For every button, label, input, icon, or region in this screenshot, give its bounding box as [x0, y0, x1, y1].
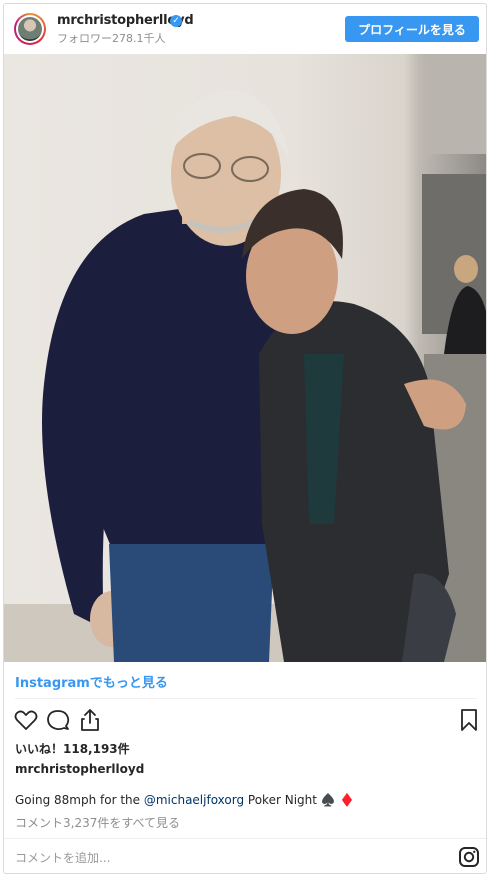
avatar[interactable]	[14, 13, 46, 45]
caption-text-end: Poker Night ♠️ ♦️	[244, 793, 355, 807]
instagram-icon[interactable]	[458, 846, 480, 868]
avatar-image	[18, 17, 42, 41]
add-comment-input[interactable]	[15, 849, 445, 867]
heart-icon[interactable]	[13, 707, 39, 733]
comment-icon[interactable]	[45, 707, 71, 733]
bookmark-icon[interactable]	[456, 707, 482, 733]
instagram-embed-card: mrchristopherlloyd ✓ フォロワー278.1千人 プロフィール…	[3, 3, 487, 874]
caption-username[interactable]: mrchristopherlloyd	[15, 762, 144, 776]
caption-text: Going 88mph for the	[15, 793, 144, 807]
action-bar	[4, 704, 486, 736]
verified-badge-icon: ✓	[170, 15, 182, 27]
caption: Going 88mph for the @michaeljfoxorg Poke…	[15, 793, 354, 807]
like-count[interactable]: いいね！118,193件	[15, 740, 130, 757]
divider	[4, 838, 486, 839]
view-profile-button[interactable]: プロフィールを見る	[345, 16, 479, 42]
post-photo[interactable]	[4, 54, 486, 662]
photo-illustration	[4, 54, 486, 662]
caption-mention-link[interactable]: @michaeljfoxorg	[144, 793, 244, 807]
view-all-comments-link[interactable]: コメント3,237件をすべて見る	[15, 814, 180, 831]
follower-count: フォロワー278.1千人	[57, 32, 166, 45]
view-more-on-instagram-link[interactable]: Instagramでもっと見る	[15, 672, 168, 691]
post-header: mrchristopherlloyd ✓ フォロワー278.1千人 プロフィール…	[4, 4, 486, 54]
share-icon[interactable]	[77, 707, 103, 733]
divider	[15, 698, 477, 699]
